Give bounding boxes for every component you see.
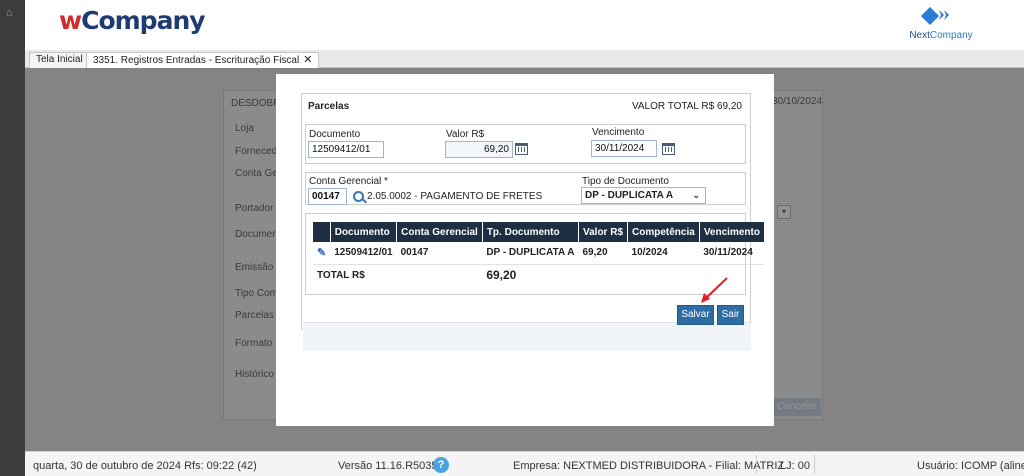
parcelas-grid-fieldset: Documento Conta Gerencial Tp. Documento … xyxy=(305,213,765,295)
wcompany-logo: wCompany xyxy=(59,6,206,35)
salvar-button[interactable]: Salvar xyxy=(677,305,714,325)
table-row[interactable]: ✎ 12509412/01 00147 DP - DUPLICATA A 69,… xyxy=(313,242,765,265)
status-datetime: quarta, 30 de outubro de 2024 Rfs: 09:22… xyxy=(33,460,257,472)
app-header: wCompany NextCompany xyxy=(25,0,1024,50)
status-lj: LJ: 00 xyxy=(780,460,810,472)
status-bar: quarta, 30 de outubro de 2024 Rfs: 09:22… xyxy=(25,451,1024,476)
tab-home[interactable]: Tela Inicial xyxy=(29,52,90,68)
divider xyxy=(814,455,815,474)
parcelas-modal: Documento 12509412/01 Valor R$ 69,20 Ven… xyxy=(276,74,774,426)
column-header[interactable]: Tp. Documento xyxy=(482,222,579,242)
parcelas-panel: Documento 12509412/01 Valor R$ 69,20 Ven… xyxy=(301,93,765,351)
total-label: TOTAL R$ xyxy=(317,269,365,281)
cell-vencimento: 30/11/2024 xyxy=(699,242,765,265)
calculator-icon[interactable] xyxy=(515,143,528,155)
column-header[interactable]: Conta Gerencial xyxy=(396,222,483,242)
valor-label: Valor R$ xyxy=(446,129,485,140)
conta-label: Conta Gerencial * xyxy=(309,176,388,187)
column-header[interactable]: Documento xyxy=(330,222,398,242)
conta-code-field[interactable]: 00147 xyxy=(308,188,347,205)
tab-registros-entradas[interactable]: 3351. Registros Entradas - Escrituração … xyxy=(86,52,320,68)
search-icon[interactable] xyxy=(353,191,364,202)
vencimento-field[interactable]: 30/11/2024 xyxy=(591,140,657,157)
cell-tipo: DP - DUPLICATA A xyxy=(482,242,579,265)
cell-valor: 69,20 xyxy=(578,242,628,265)
modal-title: Parcelas xyxy=(308,101,350,112)
sair-button[interactable]: Sair xyxy=(717,305,744,325)
cell-conta: 00147 xyxy=(396,242,483,265)
column-header[interactable]: Vencimento xyxy=(699,222,765,242)
vencimento-label: Vencimento xyxy=(592,127,645,138)
close-icon[interactable]: ✕ xyxy=(303,54,312,66)
cell-competencia: 10/2024 xyxy=(627,242,700,265)
nextcompany-logo: NextCompany xyxy=(906,4,976,44)
column-header[interactable]: Valor R$ xyxy=(578,222,629,242)
conta-fieldset: Conta Gerencial * 00147 2.05.0002 - PAGA… xyxy=(305,172,746,205)
chevron-down-icon: ⌄ xyxy=(692,190,700,200)
home-icon[interactable]: ⌂ xyxy=(6,7,13,19)
document-fieldset: Documento 12509412/01 Valor R$ 69,20 Ven… xyxy=(305,124,746,164)
conta-description: 2.05.0002 - PAGAMENTO DE FRETES xyxy=(367,191,543,202)
help-icon[interactable]: ? xyxy=(433,457,449,473)
left-sidebar: ⌂ xyxy=(0,0,25,476)
status-usuario: Usuário: ICOMP (aline) xyxy=(917,460,1024,472)
status-version: Versão 11.16.R5035 xyxy=(338,460,438,472)
documento-label: Documento xyxy=(309,129,361,140)
tab-bar: Tela Inicial 3351. Registros Entradas - … xyxy=(25,50,1024,68)
tipo-documento-select[interactable]: DP - DUPLICATA A ⌄ xyxy=(581,187,706,204)
tipo-documento-label: Tipo de Documento xyxy=(582,176,669,187)
edit-pencil-icon[interactable]: ✎ xyxy=(317,247,326,259)
documento-field[interactable]: 12509412/01 xyxy=(308,141,384,158)
divider xyxy=(756,455,757,474)
modal-footer xyxy=(303,322,751,351)
column-header[interactable]: Competência xyxy=(627,222,700,242)
valor-field[interactable]: 69,20 xyxy=(445,141,513,158)
valor-total: VALOR TOTAL R$ 69,20 xyxy=(631,101,742,112)
red-arrow-annotation xyxy=(701,277,728,303)
status-empresa: Empresa: NEXTMED DISTRIBUIDORA - Filial:… xyxy=(513,460,785,472)
total-value: 69,20 xyxy=(486,268,517,283)
calendar-icon[interactable] xyxy=(662,143,675,155)
cell-documento: 12509412/01 xyxy=(330,242,397,265)
